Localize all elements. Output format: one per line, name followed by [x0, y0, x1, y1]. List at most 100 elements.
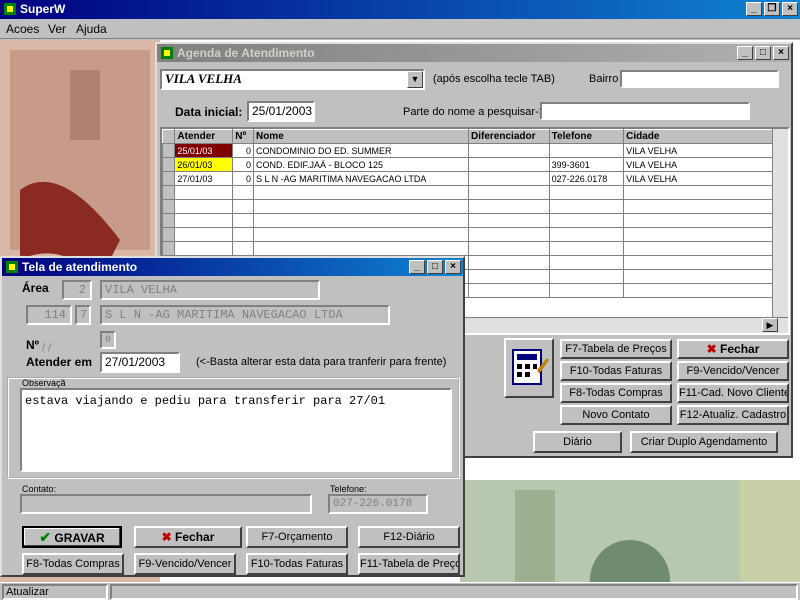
tela-icon [6, 261, 18, 273]
table-cell-atender [174, 185, 234, 200]
close-button[interactable]: × [782, 2, 798, 16]
date-label: Data inicial: [175, 105, 243, 119]
f12-diario-button[interactable]: F12-Diário [358, 526, 460, 548]
table-cell-dif [468, 185, 550, 200]
tela-f8-todas-compras-button[interactable]: F8-Todas Compras [22, 553, 124, 575]
row-selector[interactable] [162, 241, 176, 256]
col-telefone[interactable]: Telefone [548, 129, 625, 144]
table-cell-cidade [623, 199, 788, 214]
menu-bar: Acoes Ver Ajuda [0, 19, 800, 39]
agenda-fechar-button[interactable]: ✖ Fechar [677, 339, 789, 359]
city-combo-value: VILA VELHA [165, 71, 242, 86]
col-atender[interactable]: Atender [174, 129, 234, 144]
agenda-close-button[interactable]: × [773, 46, 789, 60]
gravar-label: GRAVAR [54, 531, 105, 545]
calculator-button[interactable] [504, 338, 554, 398]
table-row[interactable] [162, 213, 788, 228]
table-cell-num: 0 [232, 157, 254, 172]
client-code-field: 114 [26, 305, 72, 325]
table-cell-num [232, 185, 254, 200]
table-cell-cidade: VILA VELHA [623, 143, 788, 158]
table-cell-nome [252, 185, 470, 200]
agenda-minimize-button[interactable]: _ [737, 46, 753, 60]
f7-tabela-precos-button[interactable]: F7-Tabela de Preços [560, 339, 672, 359]
table-cell-cidade: VILA VELHA [623, 157, 788, 172]
telefone-label: Telefone: [330, 484, 367, 494]
table-cell-num [232, 241, 254, 256]
tela-f9-vencido-vencer-button[interactable]: F9-Vencido/Vencer [134, 553, 236, 575]
menu-ver[interactable]: Ver [48, 22, 66, 36]
table-cell-atender: 26/01/03 [174, 157, 234, 172]
f12-atualiz-cadastro-button[interactable]: F12-Atualiz. Cadastro [677, 405, 789, 425]
vertical-scrollbar[interactable] [772, 129, 788, 319]
row-selector[interactable] [162, 227, 176, 242]
row-selector[interactable] [162, 171, 176, 186]
table-row[interactable]: 26/01/03 0 COND. EDIF.JAÁ - BLOCO 125 399-3… [162, 157, 788, 172]
table-cell-atender [174, 213, 234, 228]
table-cell-nome [252, 213, 470, 228]
f8-todas-compras-button[interactable]: F8-Todas Compras [560, 383, 672, 403]
menu-acoes[interactable]: Acoes [6, 22, 39, 36]
col-nome[interactable]: Nome [252, 129, 470, 144]
tela-f11-tabela-precos-button[interactable]: F11-Tabela de Preço [358, 553, 460, 575]
search-label: Parte do nome a pesquisar-> [403, 106, 546, 118]
app-icon [4, 3, 16, 15]
minimize-button[interactable]: _ [746, 2, 762, 16]
row-selector[interactable] [162, 143, 176, 158]
table-cell-dif [468, 255, 550, 270]
atender-date-input[interactable]: 27/01/2003 [100, 352, 180, 373]
col-cidade[interactable]: Cidade [623, 129, 788, 144]
table-row[interactable]: 27/01/03 0 S L N -AG MARITIMA NAVEGACAO LT… [162, 171, 788, 186]
row-selector[interactable] [162, 213, 176, 228]
col-num[interactable]: Nº [232, 129, 254, 144]
table-cell-dif [468, 157, 550, 172]
table-row[interactable]: 25/01/03 0 CONDOMINIO DO ED. SUMMER VILA VE… [162, 143, 788, 158]
col-diferenciador[interactable]: Diferenciador [468, 129, 550, 144]
row-selector[interactable] [162, 157, 176, 172]
table-cell-nome: S L N -AG MARITIMA NAVEGACAO LTDA [252, 171, 470, 186]
agenda-maximize-button[interactable]: □ [755, 46, 771, 60]
scroll-right-icon[interactable]: ▶ [762, 318, 778, 332]
table-cell-tel [548, 143, 625, 158]
novo-contato-button[interactable]: Novo Contato [560, 405, 672, 425]
row-selector[interactable] [162, 185, 176, 200]
table-row[interactable] [162, 199, 788, 214]
f10-todas-faturas-button[interactable]: F10-Todas Faturas [560, 361, 672, 381]
city-combo[interactable]: VILA VELHA ▼ [160, 69, 425, 90]
search-input[interactable] [540, 102, 750, 120]
status-bar: Atualizar [0, 582, 800, 600]
table-row[interactable] [162, 241, 788, 256]
table-cell-num: 0 [232, 171, 254, 186]
tela-close-button[interactable]: × [445, 260, 461, 274]
restore-button[interactable]: ❐ [764, 2, 780, 16]
bairro-input[interactable] [620, 70, 779, 88]
table-cell-num: 0 [232, 143, 254, 158]
menu-ajuda[interactable]: Ajuda [76, 22, 107, 36]
area-label: Área [22, 281, 49, 295]
diario-button[interactable]: Diário [533, 431, 622, 453]
table-row[interactable] [162, 185, 788, 200]
table-cell-tel: 399-3601 [548, 157, 625, 172]
gravar-button[interactable]: ✔ GRAVAR [22, 526, 122, 548]
table-cell-nome: COND. EDIF.JAÁ - BLOCO 125 [252, 157, 470, 172]
tela-minimize-button[interactable]: _ [409, 260, 425, 274]
chevron-down-icon[interactable]: ▼ [407, 71, 423, 88]
f7-orcamento-button[interactable]: F7-Orçamento [246, 526, 348, 548]
contato-label: Contato: [22, 484, 57, 494]
criar-duplo-agendamento-button[interactable]: Criar Duplo Agendamento [630, 431, 778, 453]
table-cell-dif [468, 241, 550, 256]
row-selector[interactable] [162, 199, 176, 214]
tela-f10-todas-faturas-button[interactable]: F10-Todas Faturas [246, 553, 348, 575]
table-cell-tel [548, 185, 625, 200]
observacao-textarea[interactable]: estava viajando e pediu para transferir … [20, 388, 452, 472]
tela-fechar-button[interactable]: ✖ Fechar [134, 526, 242, 548]
tela-title: Tela de atendimento [22, 260, 138, 274]
table-cell-tel [548, 269, 625, 284]
date-input[interactable]: 25/01/2003 [247, 101, 315, 122]
atender-label: Atender em [26, 355, 93, 369]
f9-vencido-vencer-button[interactable]: F9-Vencido/Vencer [677, 361, 789, 381]
f11-cad-novo-cliente-button[interactable]: F11-Cad. Novo Cliente [677, 383, 789, 403]
tela-maximize-button[interactable]: □ [427, 260, 443, 274]
table-row[interactable] [162, 227, 788, 242]
city-hint: (após escolha tecle TAB) [433, 73, 555, 85]
